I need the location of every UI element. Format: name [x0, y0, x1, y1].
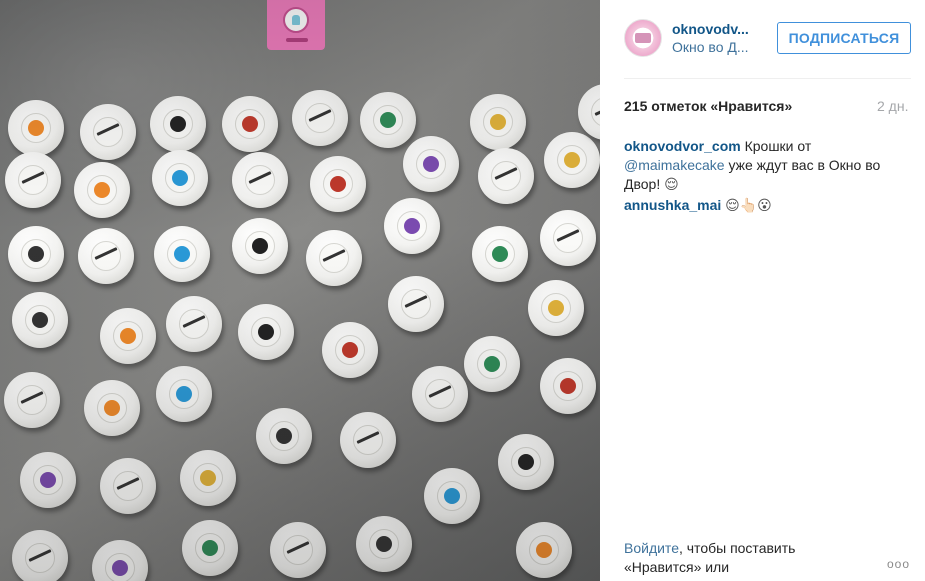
login-prompt: Войдите, чтобы поставить «Нравится» или — [624, 539, 844, 577]
caption-text-before: Крошки от — [744, 138, 812, 154]
post-location[interactable]: Окно во Д... — [672, 39, 749, 55]
more-options-icon[interactable]: ooo — [887, 557, 910, 571]
post-header: oknovodv... Окно во Д... ПОДПИСАТЬСЯ — [600, 0, 925, 78]
caption-username[interactable]: oknovodvor_com — [624, 138, 741, 154]
photo-shading — [0, 0, 600, 581]
author-avatar[interactable] — [624, 19, 662, 57]
author-username[interactable]: oknovodv... — [672, 21, 749, 37]
login-link[interactable]: Войдите — [624, 540, 679, 556]
follow-button[interactable]: ПОДПИСАТЬСЯ — [777, 22, 911, 54]
likes-count[interactable]: 215 отметок «Нравится» — [624, 98, 792, 114]
caption: oknovodvor_com Крошки от @maimakecake уж… — [624, 137, 904, 194]
post-photo[interactable] — [0, 0, 600, 581]
comment-item: annushka_mai 😌👆🏻😮 — [624, 196, 904, 215]
post-time[interactable]: 2 дн. — [877, 98, 908, 114]
caption-emoji: 😌 — [664, 176, 679, 192]
comment-text: 😌👆🏻😮 — [725, 197, 772, 213]
caption-mention[interactable]: @maimakecake — [624, 157, 725, 173]
header-divider — [624, 78, 911, 79]
comment-username[interactable]: annushka_mai — [624, 197, 721, 213]
post-sidebar: oknovodv... Окно во Д... ПОДПИСАТЬСЯ 215… — [600, 0, 925, 581]
